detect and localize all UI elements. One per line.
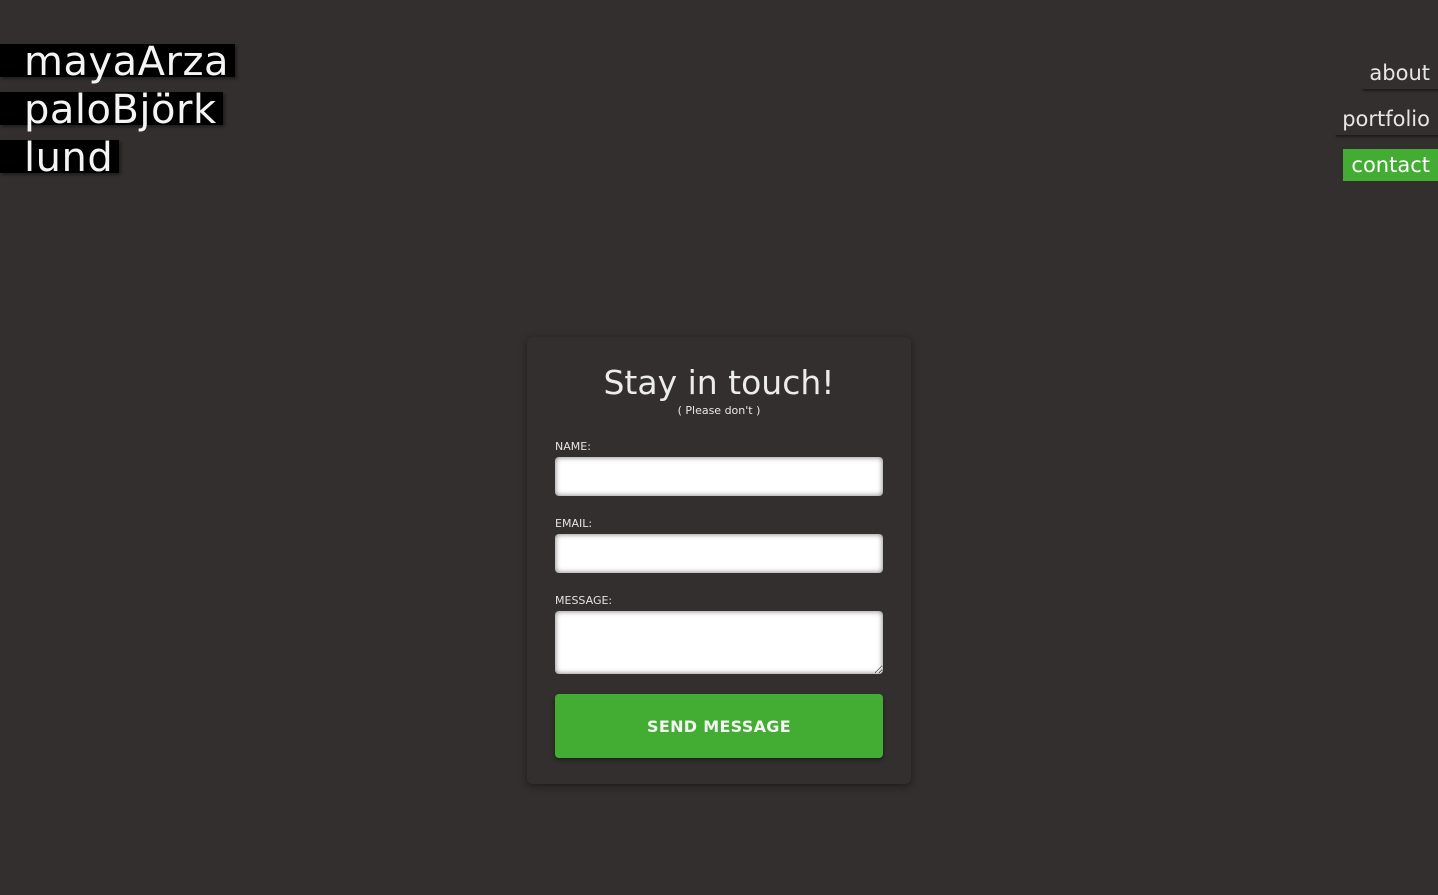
nav-item-portfolio[interactable]: portfolio (1334, 103, 1438, 135)
logo-line-2: paloBjörk (0, 90, 223, 130)
email-input[interactable] (555, 534, 883, 573)
send-message-button[interactable]: SEND MESSAGE (555, 694, 883, 758)
main-nav: about portfolio contact (1334, 57, 1438, 195)
logo-line-1: mayaArza (0, 42, 235, 82)
email-label: EMAIL: (555, 517, 593, 530)
nav-item-contact[interactable]: contact (1343, 149, 1438, 181)
message-textarea[interactable] (555, 611, 883, 674)
contact-card: Stay in touch! ( Please don't ) NAME: EM… (527, 337, 911, 784)
contact-subtitle: ( Please don't ) (677, 404, 761, 417)
site-logo[interactable]: mayaArza paloBjörk lund (0, 42, 235, 188)
message-label: MESSAGE: (555, 594, 613, 607)
name-input[interactable] (555, 457, 883, 496)
name-label: NAME: (555, 440, 591, 453)
contact-title: Stay in touch! (603, 363, 835, 402)
moon-icon (1399, 15, 1418, 35)
logo-line-3: lund (0, 138, 120, 178)
nav-item-about[interactable]: about (1361, 57, 1438, 89)
theme-toggle-button[interactable] (1394, 12, 1422, 40)
